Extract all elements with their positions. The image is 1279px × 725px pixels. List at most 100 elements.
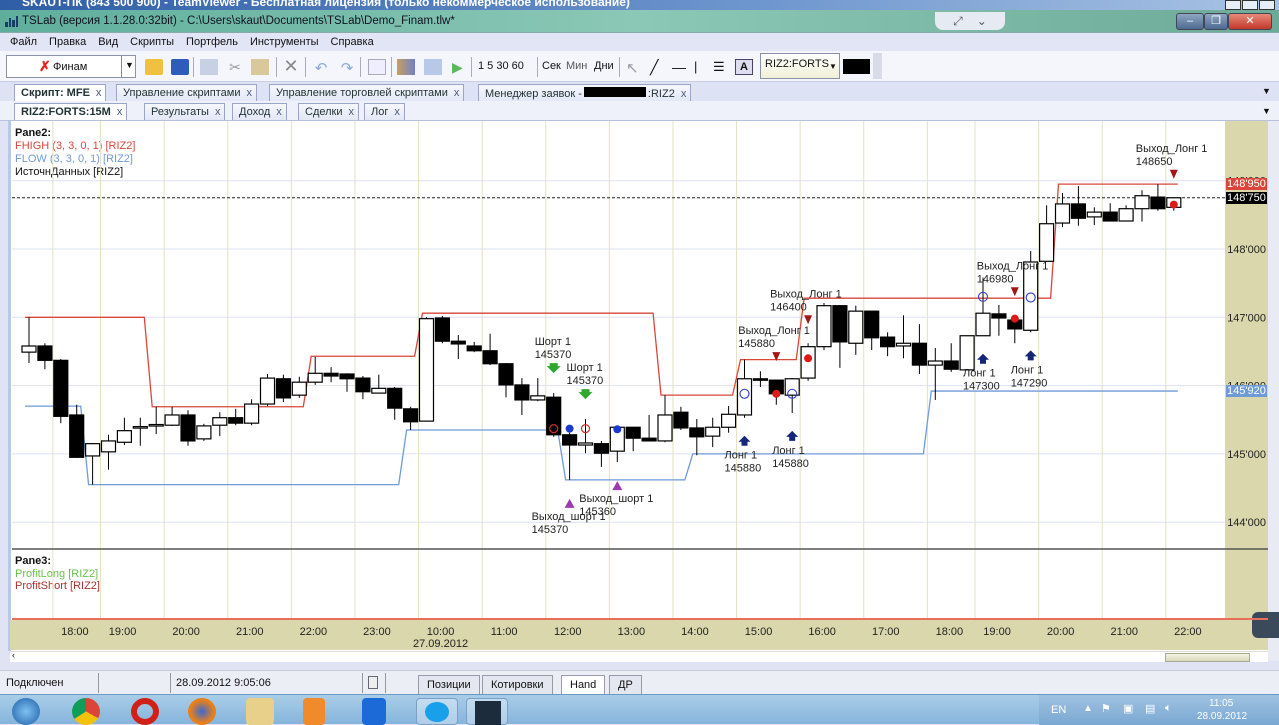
tabs-menu-icon[interactable]: ▼ <box>1262 106 1271 116</box>
close-tab-icon[interactable]: x <box>117 106 123 118</box>
windows-start-icon[interactable] <box>12 698 40 725</box>
pane3-title: Pane3: <box>15 555 52 567</box>
doc-tab-3[interactable]: Менеджер заявок -:RIZ2 x <box>478 84 692 101</box>
status-tab-3[interactable]: ДР <box>609 675 642 694</box>
close-tab-icon[interactable]: x <box>246 87 252 99</box>
explorer-icon[interactable] <box>246 698 274 725</box>
tslab-logo-icon <box>5 15 18 27</box>
clock-time[interactable]: 11:05 <box>1209 698 1233 709</box>
tab-label: Сделки <box>305 106 343 118</box>
close-tab-icon[interactable]: x <box>394 106 400 118</box>
vertical-scrollbar[interactable] <box>1268 121 1279 661</box>
legend-source: ИсточнДанных [RIZ2] <box>15 166 124 178</box>
play-icon[interactable]: ▶ <box>452 59 470 75</box>
provider-x-icon: ✗ <box>39 58 51 74</box>
redo-icon[interactable]: ↷ <box>338 59 356 77</box>
chevron-down-icon[interactable]: ▼ <box>125 60 134 70</box>
close-tab-icon[interactable]: x <box>96 87 102 99</box>
teamviewer-window-controls <box>1225 0 1275 10</box>
scroll-left-icon[interactable]: ‹ <box>12 650 15 660</box>
doc-tab-0[interactable]: Скрипт: MFE x <box>14 84 107 101</box>
minimize-button[interactable]: – <box>1176 13 1204 30</box>
unit-sec[interactable]: Сек <box>542 60 561 72</box>
teamviewer-icon[interactable] <box>362 698 386 725</box>
maximize-button[interactable] <box>1242 0 1258 10</box>
teamviewer-title: SKAUT-ПК (843 500 900) - TeamViewer - Бе… <box>22 0 630 9</box>
chart-icon[interactable] <box>397 59 415 75</box>
cut-icon[interactable]: ✂ <box>226 59 244 75</box>
chart-tab-4[interactable]: Лог x <box>364 103 405 120</box>
opera-icon[interactable] <box>131 698 159 725</box>
undo-icon[interactable]: ↶ <box>312 59 330 77</box>
close-tab-icon[interactable]: x <box>454 87 460 99</box>
device-icon[interactable]: ▣ <box>1123 702 1133 715</box>
line-icon[interactable]: ╱ <box>650 59 668 75</box>
tabs-menu-icon[interactable]: ▼ <box>1262 86 1271 96</box>
open-folder-icon[interactable] <box>145 59 163 75</box>
restore-button[interactable]: ❐ <box>1204 13 1228 30</box>
menu-item[interactable]: Справка <box>331 33 386 51</box>
chevron-down-icon[interactable]: ⌄ <box>977 14 987 28</box>
scroll-thumb[interactable] <box>1165 653 1250 662</box>
vertical-line-icon[interactable]: | <box>694 59 712 75</box>
toolbar-scroll[interactable] <box>873 53 882 79</box>
show-hidden-icons[interactable]: ▲ <box>1083 703 1093 714</box>
tslab-icon[interactable] <box>466 698 508 725</box>
chart-area[interactable] <box>8 121 1270 651</box>
paste-icon[interactable] <box>251 59 269 75</box>
flow-price-label: 145'920 <box>1226 385 1267 398</box>
instrument-select[interactable]: RIZ2:FORTS ▼ <box>760 53 840 79</box>
interval-buttons[interactable]: 1 5 30 60 <box>478 60 524 72</box>
text-icon[interactable]: A <box>735 59 753 75</box>
close-tab-icon[interactable]: x <box>681 88 687 100</box>
menu-item[interactable]: Правка <box>49 33 98 51</box>
clock-date[interactable]: 28.09.2012 <box>1197 711 1247 722</box>
notes-icon[interactable] <box>368 676 378 689</box>
chart-tab-2[interactable]: Доход x <box>232 103 287 120</box>
teamviewer-panel-controls: ⤢ ⌄ <box>935 12 1005 30</box>
layout-icon[interactable] <box>424 59 442 75</box>
unit-days[interactable]: Дни <box>594 60 614 72</box>
language-indicator[interactable]: EN <box>1051 704 1066 716</box>
horizontal-line-icon[interactable]: — <box>672 59 690 75</box>
unit-min[interactable]: Мин <box>566 60 587 72</box>
status-tab-1[interactable]: Котировки <box>482 675 553 694</box>
menu-item[interactable]: Вид <box>98 33 130 51</box>
status-tab-0[interactable]: Позиции <box>418 675 480 694</box>
flag-icon[interactable]: ⚑ <box>1101 702 1111 715</box>
menu-item[interactable]: Скрипты <box>130 33 186 51</box>
fibonacci-icon[interactable]: ☰ <box>713 59 731 75</box>
menu-item[interactable]: Файл <box>10 33 49 51</box>
teamviewer-side-handle[interactable] <box>1252 612 1279 638</box>
delete-icon[interactable]: ✕ <box>282 57 300 75</box>
fullscreen-icon[interactable]: ⤢ <box>953 14 963 29</box>
chart-tab-1[interactable]: Результаты x <box>144 103 226 120</box>
horizontal-scrollbar[interactable]: ‹ <box>10 650 1268 662</box>
minimize-button[interactable] <box>1225 0 1241 10</box>
doc-tab-2[interactable]: Управление торговлей скриптами x <box>269 84 465 101</box>
color-swatch[interactable] <box>843 59 870 74</box>
chart-tab-0[interactable]: RIZ2:FORTS:15M x <box>14 103 128 120</box>
chart-tab-3[interactable]: Сделки x <box>298 103 359 120</box>
menu-item[interactable]: Портфель <box>186 33 250 51</box>
firefox-icon[interactable] <box>188 698 216 725</box>
menu-item[interactable]: Инструменты <box>250 33 331 51</box>
volume-icon[interactable]: 🔈︎ <box>1165 702 1172 715</box>
status-tab-2[interactable]: Hand <box>561 675 606 694</box>
close-tab-icon[interactable]: x <box>349 106 355 118</box>
network-icon[interactable]: ▤ <box>1145 702 1155 715</box>
cursor-icon[interactable]: ↖ <box>626 59 644 77</box>
close-button[interactable]: ✕ <box>1228 13 1272 30</box>
save-icon[interactable] <box>171 59 189 75</box>
copy-icon[interactable] <box>200 59 218 75</box>
legend-profit-long: ProfitLong [RIZ2] <box>15 568 99 580</box>
close-button[interactable] <box>1259 0 1275 10</box>
chrome-icon[interactable] <box>72 698 100 725</box>
provider-select[interactable]: ✗ Финам ▼ <box>6 55 136 78</box>
media-player-icon[interactable] <box>303 698 325 725</box>
skype-icon[interactable] <box>416 698 458 725</box>
properties-icon[interactable] <box>368 59 386 75</box>
close-tab-icon[interactable]: x <box>215 106 221 118</box>
doc-tab-1[interactable]: Управление скриптами x <box>116 84 257 101</box>
close-tab-icon[interactable]: x <box>276 106 282 118</box>
